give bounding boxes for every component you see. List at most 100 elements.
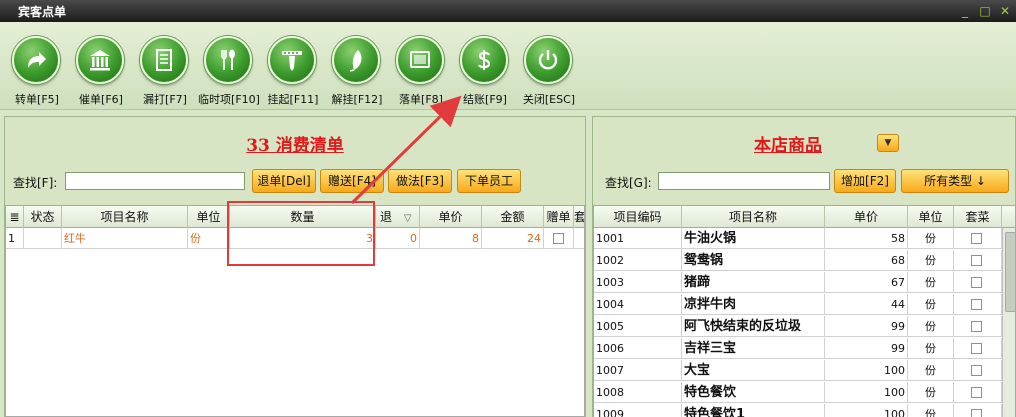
missed-print-button[interactable]: 漏打[F7] xyxy=(134,36,196,106)
product-unit: 份 xyxy=(908,316,954,337)
combo-checkbox[interactable] xyxy=(971,299,982,310)
product-name: 牛油火锅 xyxy=(682,228,825,249)
combo-checkbox[interactable] xyxy=(971,365,982,376)
chevron-down-icon[interactable]: ▼ xyxy=(877,134,899,152)
product-price: 100 xyxy=(825,382,908,403)
product-name: 特色餐饮 xyxy=(682,382,825,403)
right-search-input[interactable] xyxy=(658,172,830,190)
left-search-label: 查找[F]: xyxy=(13,176,58,190)
product-name: 阿飞快结束的反垃圾 xyxy=(682,316,825,337)
col-product-price[interactable]: 单价 xyxy=(825,206,908,228)
products-panel: 本店商品 ▼ 查找[G]: 增加[F2] 所有类型 ↓ 项目编码 项目名称 单价… xyxy=(592,116,1016,417)
row-index: 1 xyxy=(6,228,24,249)
col-price[interactable]: 单价 xyxy=(420,206,482,228)
products-table: 项目编码 项目名称 单价 单位 套菜 1001 牛油火锅 58 份 1002 鸳鸯锅 68 份… xyxy=(593,205,1016,417)
row-price: 8 xyxy=(420,228,482,249)
combo-checkbox[interactable] xyxy=(971,321,982,332)
product-price: 100 xyxy=(825,404,908,417)
product-price: 58 xyxy=(825,228,908,249)
checkout-button[interactable]: 结账[F9] xyxy=(454,36,516,106)
product-code: 1001 xyxy=(594,228,682,249)
gift-button[interactable]: 赠送[F4] xyxy=(320,169,384,193)
product-combo-cell xyxy=(954,228,1002,249)
row-unit: 份 xyxy=(188,228,230,249)
col-code[interactable]: 项目编码 xyxy=(594,206,682,228)
product-code: 1006 xyxy=(594,338,682,359)
product-name: 吉祥三宝 xyxy=(682,338,825,359)
product-price: 100 xyxy=(825,360,908,381)
combo-checkbox[interactable] xyxy=(971,343,982,354)
fork-spoon-icon xyxy=(204,36,252,84)
staff-button[interactable]: 下单员工 xyxy=(457,169,521,193)
place-order-button[interactable]: 落单[F8] xyxy=(390,36,452,106)
product-price: 99 xyxy=(825,316,908,337)
product-unit: 份 xyxy=(908,228,954,249)
method-button[interactable]: 做法[F3] xyxy=(388,169,452,193)
col-combo[interactable]: 套菜 xyxy=(954,206,1002,228)
toolbar: 转单[F5] 催单[F6] 漏打[F7] 临时项[F10] 挂起[F11] 解挂… xyxy=(0,22,1016,110)
qty-highlight-box xyxy=(227,201,375,266)
col-name[interactable]: 项目名称 xyxy=(62,206,188,228)
transfer-order-button[interactable]: 转单[F5] xyxy=(6,36,68,106)
consumption-panel: 33 消费清单 查找[F]: 退单[Del] 赠送[F4] 做法[F3] 下单员… xyxy=(4,116,586,417)
row-menu-icon[interactable]: ≣ xyxy=(6,206,24,228)
monitor-icon xyxy=(396,36,444,84)
combo-checkbox[interactable] xyxy=(971,277,982,288)
unhang-order-button[interactable]: 解挂[F12] xyxy=(326,36,388,106)
product-price: 44 xyxy=(825,294,908,315)
hang-order-button[interactable]: 挂起[F11] xyxy=(262,36,324,106)
product-name: 鸳鸯锅 xyxy=(682,250,825,271)
col-return-label: 退 xyxy=(380,210,393,224)
combo-checkbox[interactable] xyxy=(971,409,982,417)
product-unit: 份 xyxy=(908,382,954,403)
product-combo-cell xyxy=(954,338,1002,359)
dollar-icon xyxy=(460,36,508,84)
left-search-input[interactable] xyxy=(65,172,245,190)
product-combo-cell xyxy=(954,294,1002,315)
products-header: 项目编码 项目名称 单价 单位 套菜 xyxy=(594,206,1015,228)
combo-checkbox[interactable] xyxy=(971,233,982,244)
product-price: 99 xyxy=(825,338,908,359)
refund-button[interactable]: 退单[Del] xyxy=(252,169,316,193)
row-name: 红牛 xyxy=(62,228,188,249)
arrow-turn-icon xyxy=(12,36,60,84)
close-window-button[interactable]: 关闭[ESC] xyxy=(518,36,580,106)
col-product-unit[interactable]: 单位 xyxy=(908,206,954,228)
product-price: 68 xyxy=(825,250,908,271)
product-combo-cell xyxy=(954,250,1002,271)
leaf-icon xyxy=(332,36,380,84)
type-filter-dropdown[interactable]: 所有类型 ↓ xyxy=(901,169,1009,193)
hang-icon xyxy=(268,36,316,84)
product-price: 67 xyxy=(825,272,908,293)
product-combo-cell xyxy=(954,404,1002,417)
product-unit: 份 xyxy=(908,360,954,381)
combo-checkbox[interactable] xyxy=(971,387,982,398)
close-button[interactable]: ✕ xyxy=(998,4,1012,18)
col-status[interactable]: 状态 xyxy=(24,206,62,228)
product-name: 大宝 xyxy=(682,360,825,381)
maximize-button[interactable]: □ xyxy=(978,4,992,18)
products-scrollbar[interactable] xyxy=(1002,228,1015,417)
col-gift[interactable]: 赠单 xyxy=(544,206,574,228)
gift-checkbox[interactable] xyxy=(553,233,564,244)
row-set-cell xyxy=(574,228,584,249)
product-unit: 份 xyxy=(908,250,954,271)
combo-checkbox[interactable] xyxy=(971,255,982,266)
product-combo-cell xyxy=(954,316,1002,337)
product-code: 1005 xyxy=(594,316,682,337)
product-name: 凉拌牛肉 xyxy=(682,294,825,315)
sort-icon: ▽ xyxy=(403,213,412,224)
col-product-name[interactable]: 项目名称 xyxy=(682,206,825,228)
col-return[interactable]: 退 ▽ xyxy=(376,206,420,228)
title-bar: 宾客点单 _ □ ✕ xyxy=(0,0,1016,22)
product-name: 猪蹄 xyxy=(682,272,825,293)
minimize-button[interactable]: _ xyxy=(958,4,972,18)
scroll-thumb[interactable] xyxy=(1005,232,1015,312)
add-button[interactable]: 增加[F2] xyxy=(834,169,896,193)
col-unit[interactable]: 单位 xyxy=(188,206,230,228)
col-amount[interactable]: 金额 xyxy=(482,206,544,228)
col-set[interactable]: 套 xyxy=(574,206,584,228)
product-combo-cell xyxy=(954,382,1002,403)
urge-order-button[interactable]: 催单[F6] xyxy=(70,36,132,106)
temp-item-button[interactable]: 临时项[F10] xyxy=(198,36,260,106)
